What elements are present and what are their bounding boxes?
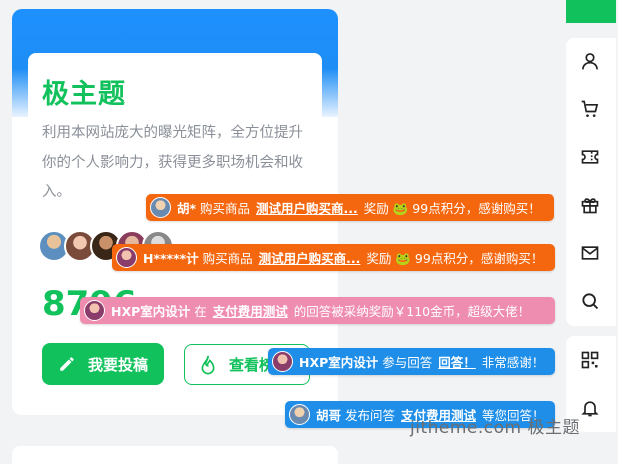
notification-user: 胡哥: [316, 408, 342, 423]
notification-user: H*****计: [143, 251, 199, 266]
watermark: jitheme.com 极主题: [410, 418, 580, 438]
notification-action: 发布问答: [345, 408, 396, 423]
search-icon[interactable]: [580, 291, 600, 311]
avatar: [116, 247, 137, 268]
ticket-icon[interactable]: [580, 147, 600, 167]
notification-reward: 奖励 🐸 99点积分，感谢购买！: [363, 201, 541, 216]
notification-user: 胡*: [177, 201, 197, 216]
notification-action: 购买商品: [202, 251, 253, 266]
notification-user: HXP室内设计: [111, 304, 191, 319]
bell-icon[interactable]: [580, 398, 600, 418]
purchase-notification[interactable]: 胡* 购买商品 测试用户购买商... 奖励 🐸 99点积分，感谢购买！: [146, 194, 554, 221]
submit-post-button[interactable]: 我要投稿: [42, 343, 164, 385]
side-toolbar: [566, 38, 616, 326]
notification-action: 在: [194, 304, 207, 319]
notification-action: 购买商品: [200, 201, 251, 216]
notification-reward: 奖励 🐸 99点积分，感谢购买！: [366, 251, 544, 266]
purchase-notification[interactable]: H*****计 购买商品 测试用户购买商... 奖励 🐸 99点积分，感谢购买！: [112, 244, 555, 271]
notification-link[interactable]: 支付费用测试: [213, 301, 288, 320]
submit-post-label: 我要投稿: [87, 355, 148, 374]
notification-reward: 的回答被采纳奖励￥110金币，超级大佬！: [293, 304, 531, 319]
answer-notification[interactable]: HXP室内设计 参与回答 回答！ 非常感谢！: [268, 348, 555, 375]
notification-user: HXP室内设计: [299, 355, 379, 370]
notification-link[interactable]: 测试用户购买商...: [259, 248, 361, 267]
avatar: [84, 300, 105, 321]
card-title: 极主题: [42, 79, 126, 110]
cart-icon[interactable]: [580, 99, 600, 119]
notification-reward: 非常感谢！: [481, 355, 545, 370]
notification-link[interactable]: 测试用户购买商...: [256, 198, 358, 217]
notification-action: 参与回答: [382, 355, 433, 370]
avatar: [150, 197, 171, 218]
top-tab[interactable]: [566, 0, 616, 23]
user-icon[interactable]: [580, 51, 600, 71]
qrcode-icon[interactable]: [580, 350, 600, 370]
gift-icon[interactable]: [580, 195, 600, 215]
mail-icon[interactable]: [580, 243, 600, 263]
notification-link[interactable]: 回答！: [438, 352, 476, 371]
pencil-icon: [60, 357, 74, 371]
fire-icon: [201, 355, 215, 374]
answer-accepted-notification[interactable]: HXP室内设计 在 支付费用测试 的回答被采纳奖励￥110金币，超级大佬！: [80, 297, 555, 324]
next-card-edge: [12, 446, 338, 464]
avatar: [289, 404, 310, 425]
avatar: [272, 351, 293, 372]
